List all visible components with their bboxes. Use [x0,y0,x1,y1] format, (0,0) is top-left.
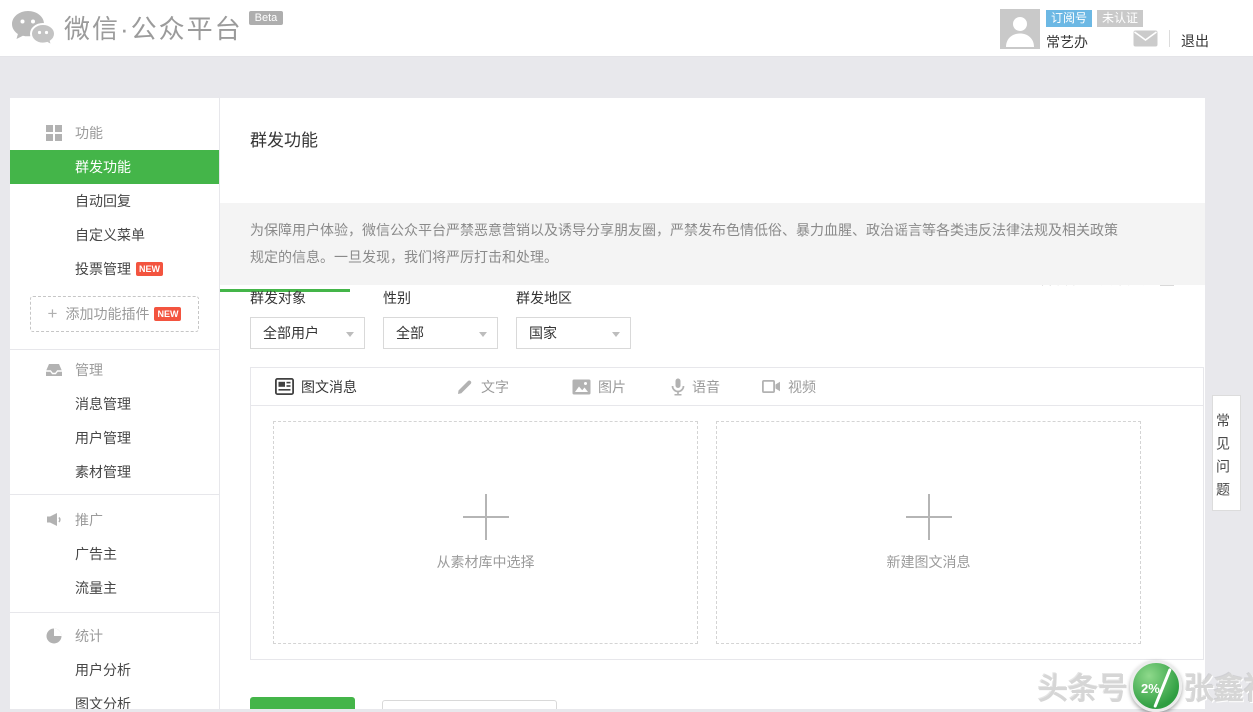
new-badge: NEW [154,307,181,321]
audience-form: 群发对象 全部用户 性别 全部 群发地区 国家 [250,288,649,349]
divider [10,494,219,495]
sidebar-section-promotion: 推广 [10,503,219,537]
platform-title: 微信·公众平台 [64,8,243,50]
type-video[interactable]: 视频 [762,377,816,397]
field-gender: 性别 全部 [383,288,498,349]
type-rich-media[interactable]: 图文消息 [275,377,357,397]
sidebar-item-user-analysis[interactable]: 用户分析 [10,653,219,687]
top-bar: 微信·公众平台 Beta 订阅号 未认证 常艺办 退出 [0,0,1253,57]
section-title: 管理 [75,360,103,380]
editor-content: 从素材库中选择 新建图文消息 [273,421,1203,644]
inbox-icon [45,361,63,379]
field-label: 群发对象 [250,288,365,308]
sidebar-item-material-management[interactable]: 素材管理 [10,455,219,489]
mail-icon[interactable] [1133,30,1158,52]
field-audience: 群发对象 全部用户 [250,288,365,349]
video-camera-icon [762,379,781,394]
watermark-suffix: 张鑫祥 [1184,664,1253,708]
microphone-icon [671,378,685,396]
sidebar-section-management: 管理 [10,353,219,387]
sidebar-item-article-analysis[interactable]: 图文分析 [10,687,219,709]
type-text[interactable]: 文字 [457,377,509,397]
type-image[interactable]: 图片 [572,377,626,397]
region-select[interactable]: 国家 [516,317,631,349]
plus-icon: + [48,304,58,324]
plus-icon [463,494,509,540]
field-region: 群发地区 国家 [516,288,631,349]
sidebar-item-advertiser[interactable]: 广告主 [10,537,219,571]
new-badge: NEW [136,262,163,276]
divider [10,349,219,350]
main-panel: 群发功能 新建群发消息 已发送 群发消息规则说明 为保障用户体验，微信公众平台严… [220,98,1205,709]
grid-icon [45,124,63,142]
divider [10,612,219,613]
message-type-toolbar: 图文消息 文字 图片 [251,368,1203,406]
megaphone-icon [45,511,63,529]
image-icon [572,379,591,395]
avatar[interactable] [1000,9,1040,49]
sidebar-item-mass-messaging[interactable]: 群发功能 [10,150,219,184]
watermark-badge-icon: 2% [1130,660,1182,712]
sidebar-item-vote-management[interactable]: 投票管理NEW [10,252,219,286]
page-title: 群发功能 [250,126,318,151]
article-icon [275,378,294,395]
wechat-logo-icon [10,8,56,53]
chevron-down-icon [612,332,620,337]
sidebar-item-traffic-owner[interactable]: 流量主 [10,571,219,605]
pencil-icon [457,378,474,395]
type-voice[interactable]: 语音 [671,377,720,397]
select-from-library-box[interactable]: 从素材库中选择 [273,421,698,644]
section-title: 功能 [75,123,103,143]
section-title: 推广 [75,510,103,530]
faq-tab[interactable]: 常见问题 [1212,395,1241,511]
gender-select[interactable]: 全部 [383,317,498,349]
account-badges: 订阅号 未认证 [1046,10,1143,27]
sidebar-item-user-management[interactable]: 用户管理 [10,421,219,455]
watermark-prefix: 头条号 [1038,664,1128,708]
field-label: 性别 [383,288,498,308]
wechat-logo: 微信·公众平台 Beta [10,8,283,53]
pie-chart-icon [45,627,63,645]
sidebar-item-message-management[interactable]: 消息管理 [10,387,219,421]
verify-status-badge: 未认证 [1097,10,1143,27]
secondary-button[interactable] [382,700,557,709]
sidebar-section-features: 功能 [10,116,219,150]
beta-badge: Beta [249,11,284,25]
message-editor: 图文消息 文字 图片 [250,367,1204,660]
sidebar: 功能 群发功能 自动回复 自定义菜单 投票管理NEW + 添加功能插件 NEW … [10,98,220,709]
person-icon [1000,9,1040,49]
send-button[interactable] [250,697,355,709]
sidebar-section-statistics: 统计 [10,619,219,653]
field-label: 群发地区 [516,288,631,308]
add-plugin-button[interactable]: + 添加功能插件 NEW [30,296,199,332]
sidebar-item-custom-menu[interactable]: 自定义菜单 [10,218,219,252]
plus-icon [906,494,952,540]
watermark: 头条号 2% 张鑫祥 [1038,660,1253,712]
sidebar-item-auto-reply[interactable]: 自动回复 [10,184,219,218]
account-type-badge: 订阅号 [1046,10,1092,27]
create-rich-media-box[interactable]: 新建图文消息 [716,421,1141,644]
chevron-down-icon [346,332,354,337]
audience-select[interactable]: 全部用户 [250,317,365,349]
chevron-down-icon [479,332,487,337]
section-title: 统计 [75,626,103,646]
logout-link[interactable]: 退出 [1181,31,1209,51]
action-buttons [250,697,557,709]
divider [1169,30,1170,47]
policy-notice: 为保障用户体验，微信公众平台严禁恶意营销以及诱导分享朋友圈，严禁发布色情低俗、暴… [220,203,1205,285]
account-name: 常艺办 [1046,32,1088,52]
